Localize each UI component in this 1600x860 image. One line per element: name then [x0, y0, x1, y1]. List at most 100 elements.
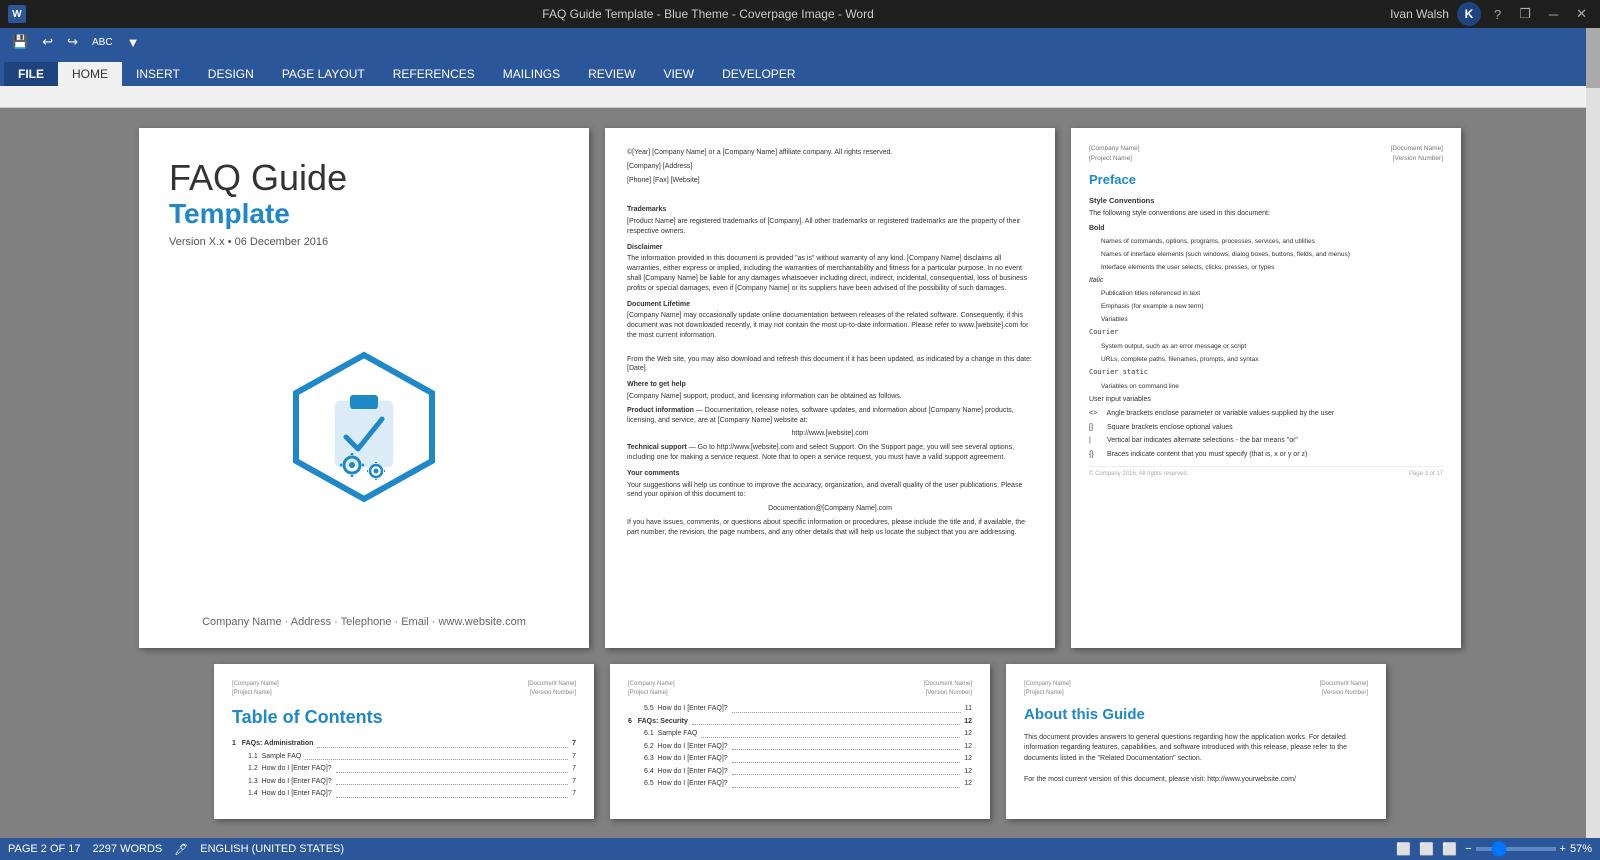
undo-icon[interactable]: ↩: [38, 32, 57, 52]
customize-icon[interactable]: ▼: [123, 33, 144, 52]
faq-item-5-5: 5.5 How do I [Enter FAQ]?11: [628, 704, 972, 715]
tab-developer[interactable]: DEVELOPER: [708, 62, 809, 86]
about-text1: This document provides answers to genera…: [1024, 733, 1368, 765]
about-header-right: [Document Name] [Version Number]: [1320, 680, 1368, 698]
document-title: FAQ Guide Template - Blue Theme - Coverp…: [542, 7, 874, 21]
preface-courier: Courier: [1089, 327, 1443, 339]
faq-item-6: 6 FAQs: Security12: [628, 717, 972, 728]
legal-contact: [Phone] [Fax] [Website]: [627, 176, 1033, 186]
cover-logo-area: [169, 347, 559, 507]
legal-comments-title: Your comments: [627, 469, 1033, 479]
tab-page-layout[interactable]: PAGE LAYOUT: [268, 62, 379, 86]
toc-items: 1 FAQs: Administration7 1.1 Sample FAQ7 …: [232, 739, 576, 800]
redo-icon[interactable]: ↪: [63, 32, 82, 52]
toc-title: Table of Contents: [232, 704, 576, 731]
legal-product-url: http://www.[website].com: [627, 429, 1033, 439]
tab-design[interactable]: DESIGN: [194, 62, 268, 86]
preface-symbols: <> Angle brackets enclose parameter or v…: [1089, 409, 1443, 460]
zoom-out-icon[interactable]: −: [1465, 843, 1471, 855]
preface-header-left: [Company Name] [Project Name]: [1089, 144, 1140, 164]
tab-mailings[interactable]: MAILINGS: [489, 62, 574, 86]
spellcheck-icon[interactable]: ABC: [88, 35, 117, 50]
faq-item-6-3: 6.3 How do I [Enter FAQ]?12: [628, 754, 972, 765]
legal-disclaimer-title: Disclaimer: [627, 243, 1033, 253]
preface-bold-1: Bold: [1089, 224, 1443, 235]
view-icon-1[interactable]: ⬜: [1396, 842, 1411, 856]
toc-header-left: [Company Name] [Project Name]: [232, 680, 279, 698]
pages-row-bottom: [Company Name] [Project Name] [Document …: [20, 664, 1580, 819]
scrollbar-thumb[interactable]: [1586, 28, 1600, 88]
user-name: Ivan Walsh: [1390, 7, 1449, 21]
faq-item-6-2: 6.2 How do I [Enter FAQ]?12: [628, 742, 972, 753]
legal-lifetime-text2: From the Web site, you may also download…: [627, 355, 1033, 375]
cover-footer: Company Name · Address · Telephone · Ema…: [169, 616, 559, 628]
zoom-control: − + 57%: [1465, 843, 1592, 855]
faq-item-6-4: 6.4 How do I [Enter FAQ]?12: [628, 767, 972, 778]
minimize-button[interactable]: ─: [1544, 5, 1563, 24]
legal-trademarks-text: [Product Name] are registered trademarks…: [627, 217, 1033, 237]
legal-help-title: Where to get help: [627, 380, 1033, 390]
toc-item-1-3: 1.3 How do I [Enter FAQ]?7: [232, 777, 576, 788]
user-avatar[interactable]: K: [1457, 2, 1481, 26]
legal-copyright: ©[Year] [Company Name] or a [Company Nam…: [627, 148, 1033, 158]
preface-style-title: Style Conventions: [1089, 195, 1443, 206]
legal-trademarks-title: Trademarks: [627, 205, 1033, 215]
help-button[interactable]: ?: [1489, 5, 1506, 24]
status-bar: PAGE 2 OF 17 2297 WORDS 🖊 ENGLISH (UNITE…: [0, 838, 1600, 860]
view-icon-3[interactable]: ⬜: [1442, 842, 1457, 856]
preface-footer: © Company 2016. All rights reserved. Pag…: [1089, 466, 1443, 479]
preface-page: [Company Name] [Project Name] [Document …: [1071, 128, 1461, 648]
toc-header-right: [Document Name] [Version Number]: [528, 680, 576, 698]
cover-title-block: FAQ Guide Template Version X.x • 06 Dece…: [169, 158, 347, 248]
toc-page-header: [Company Name] [Project Name] [Document …: [232, 680, 576, 698]
about-page-header: [Company Name] [Project Name] [Document …: [1024, 680, 1368, 698]
view-icon-2[interactable]: ⬜: [1419, 842, 1434, 856]
legal-support: Technical support — Go to http://www.[we…: [627, 443, 1033, 463]
tab-file[interactable]: FILE: [4, 62, 58, 86]
legal-disclaimer-text: The information provided in this documen…: [627, 254, 1033, 293]
word-count: 2297 WORDS: [93, 843, 163, 855]
quick-access-toolbar: 💾 ↩ ↪ ABC ▼: [0, 28, 1600, 56]
title-bar: W FAQ Guide Template - Blue Theme - Cove…: [0, 0, 1600, 28]
tab-references[interactable]: REFERENCES: [379, 62, 489, 86]
zoom-slider[interactable]: [1476, 847, 1556, 851]
legal-lifetime-title: Document Lifetime: [627, 300, 1033, 310]
about-title: About this Guide: [1024, 704, 1368, 727]
toc-item-1: 1 FAQs: Administration7: [232, 739, 576, 750]
tab-insert[interactable]: INSERT: [122, 62, 194, 86]
tab-home[interactable]: HOME: [58, 62, 122, 86]
faq-security-page: [Company Name] [Project Name] [Document …: [610, 664, 990, 819]
legal-address: [Company] [Address]: [627, 162, 1033, 172]
page-info: PAGE 2 OF 17: [8, 843, 81, 855]
legal-page: ©[Year] [Company Name] or a [Company Nam…: [605, 128, 1055, 648]
scrollbar[interactable]: [1586, 28, 1600, 838]
status-right: ⬜ ⬜ ⬜ − + 57%: [1396, 842, 1592, 856]
tab-view[interactable]: VIEW: [649, 62, 708, 86]
legal-comments-text: Your suggestions will help us continue t…: [627, 481, 1033, 501]
zoom-in-icon[interactable]: +: [1560, 843, 1566, 855]
tab-review[interactable]: REVIEW: [574, 62, 649, 86]
legal-comments-text2: If you have issues, comments, or questio…: [627, 518, 1033, 538]
title-bar-center: FAQ Guide Template - Blue Theme - Coverp…: [26, 7, 1390, 21]
edit-icon[interactable]: 🖊: [174, 843, 188, 856]
restore-button[interactable]: ❐: [1514, 4, 1536, 24]
legal-help-text: [Company Name] support, product, and lic…: [627, 392, 1033, 402]
hex-logo-svg: [284, 347, 444, 507]
faq-item-6-5: 6.5 How do I [Enter FAQ]?12: [628, 779, 972, 790]
ribbon-tabs: FILE HOME INSERT DESIGN PAGE LAYOUT REFE…: [0, 56, 1600, 86]
save-icon[interactable]: 💾: [8, 32, 32, 52]
about-header-left: [Company Name] [Project Name]: [1024, 680, 1071, 698]
preface-page-header: [Company Name] [Project Name] [Document …: [1089, 144, 1443, 164]
toc-item-1-2: 1.2 How do I [Enter FAQ]?7: [232, 764, 576, 775]
legal-comments-email: Documentation@[Company Name].com: [627, 504, 1033, 514]
faq-sec-header-right: [Document Name] [Version Number]: [924, 680, 972, 698]
preface-title: Preface: [1089, 170, 1443, 190]
toc-item-1-1: 1.1 Sample FAQ7: [232, 752, 576, 763]
faq-item-6-1: 6.1 Sample FAQ12: [628, 729, 972, 740]
document-area: FAQ Guide Template Version X.x • 06 Dece…: [0, 108, 1600, 838]
faq-sec-header-left: [Company Name] [Project Name]: [628, 680, 675, 698]
faq-sec-header: [Company Name] [Project Name] [Document …: [628, 680, 972, 698]
cover-page: FAQ Guide Template Version X.x • 06 Dece…: [139, 128, 589, 648]
close-button[interactable]: ✕: [1571, 4, 1592, 24]
language: ENGLISH (UNITED STATES): [200, 843, 344, 855]
